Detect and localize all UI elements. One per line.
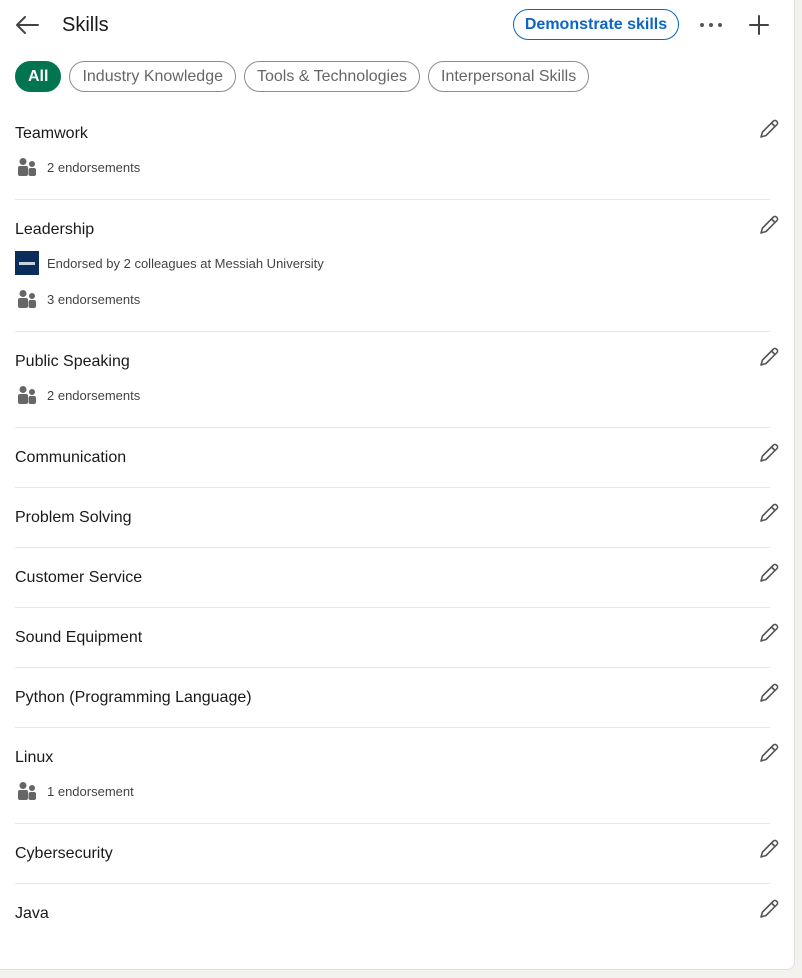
pencil-icon bbox=[760, 563, 779, 582]
filter-chips: All Industry Knowledge Tools & Technolog… bbox=[15, 61, 590, 92]
edit-skill-button[interactable] bbox=[756, 680, 782, 706]
pencil-icon bbox=[760, 503, 779, 522]
skill-item: Java bbox=[15, 884, 779, 944]
endorsement-count: 2 endorsements bbox=[47, 159, 141, 175]
edit-skill-button[interactable] bbox=[756, 212, 782, 238]
skill-name[interactable]: Python (Programming Language) bbox=[15, 683, 770, 713]
edit-skill-button[interactable] bbox=[756, 116, 782, 142]
skill-item: Python (Programming Language) bbox=[15, 668, 779, 728]
endorsement-count-row[interactable]: 2 endorsements bbox=[15, 377, 770, 413]
edit-skill-button[interactable] bbox=[756, 740, 782, 766]
people-icon bbox=[15, 383, 39, 407]
skill-item: Cybersecurity bbox=[15, 824, 779, 884]
endorsement-count: 1 endorsement bbox=[47, 783, 134, 799]
edit-skill-button[interactable] bbox=[756, 344, 782, 370]
skill-name[interactable]: Leadership bbox=[15, 215, 770, 245]
endorsed-by-text: Endorsed by 2 colleagues at Messiah Univ… bbox=[47, 255, 324, 271]
endorsement-count-row[interactable]: 1 endorsement bbox=[15, 773, 770, 809]
filter-industry-knowledge[interactable]: Industry Knowledge bbox=[69, 61, 236, 92]
skill-item: Sound Equipment bbox=[15, 608, 779, 668]
edit-skill-button[interactable] bbox=[756, 560, 782, 586]
plus-icon bbox=[749, 15, 769, 35]
skill-name[interactable]: Sound Equipment bbox=[15, 623, 770, 653]
skill-item: Problem Solving bbox=[15, 488, 779, 548]
skills-list: Teamwork 2 endorsements Leadership Endorsed… bbox=[0, 104, 795, 944]
skill-name[interactable]: Teamwork bbox=[15, 119, 770, 149]
ellipsis-icon bbox=[700, 23, 722, 27]
messiah-university-logo bbox=[15, 251, 39, 275]
back-button[interactable] bbox=[12, 10, 42, 40]
more-options-button[interactable] bbox=[694, 10, 728, 40]
skill-item: Public Speaking 2 endorsements bbox=[15, 332, 779, 428]
university-logo bbox=[15, 251, 39, 275]
skill-item: Teamwork 2 endorsements bbox=[15, 104, 779, 200]
skill-item: Customer Service bbox=[15, 548, 779, 608]
pencil-icon bbox=[760, 683, 779, 702]
skill-name[interactable]: Problem Solving bbox=[15, 503, 770, 533]
filter-tools-technologies[interactable]: Tools & Technologies bbox=[243, 61, 421, 92]
endorsement-count-row[interactable]: 3 endorsements bbox=[15, 281, 770, 317]
skill-name[interactable]: Public Speaking bbox=[15, 347, 770, 377]
pencil-icon bbox=[760, 899, 779, 918]
arrow-left-icon bbox=[16, 16, 39, 34]
skill-name[interactable]: Cybersecurity bbox=[15, 839, 770, 869]
pencil-icon bbox=[760, 443, 779, 462]
people-icon bbox=[15, 779, 39, 803]
endorsement-count: 3 endorsements bbox=[47, 291, 141, 307]
skill-name[interactable]: Linux bbox=[15, 743, 770, 773]
header: Skills Demonstrate skills bbox=[0, 0, 795, 50]
skill-name[interactable]: Communication bbox=[15, 443, 770, 473]
pencil-icon bbox=[760, 347, 779, 366]
endorsement-count: 2 endorsements bbox=[47, 387, 141, 403]
skill-name[interactable]: Java bbox=[15, 899, 770, 929]
skills-card: Skills Demonstrate skills All Industry K… bbox=[0, 0, 795, 970]
skill-item: Communication bbox=[15, 428, 779, 488]
pencil-icon bbox=[760, 743, 779, 762]
page-title: Skills bbox=[62, 14, 109, 36]
filter-interpersonal-skills[interactable]: Interpersonal Skills bbox=[428, 61, 590, 92]
add-skill-button[interactable] bbox=[744, 10, 774, 40]
demonstrate-skills-button[interactable]: Demonstrate skills bbox=[513, 9, 679, 40]
skill-item: Linux 1 endorsement bbox=[15, 728, 779, 824]
edit-skill-button[interactable] bbox=[756, 836, 782, 862]
pencil-icon bbox=[760, 119, 779, 138]
endorsed-by-row[interactable]: Endorsed by 2 colleagues at Messiah Univ… bbox=[15, 245, 770, 281]
edit-skill-button[interactable] bbox=[756, 500, 782, 526]
edit-skill-button[interactable] bbox=[756, 896, 782, 922]
people-icon bbox=[15, 287, 39, 311]
edit-skill-button[interactable] bbox=[756, 620, 782, 646]
skill-item: Leadership Endorsed by 2 colleagues at Me… bbox=[15, 200, 779, 332]
skill-name[interactable]: Customer Service bbox=[15, 563, 770, 593]
pencil-icon bbox=[760, 215, 779, 234]
pencil-icon bbox=[760, 623, 779, 642]
pencil-icon bbox=[760, 839, 779, 858]
endorsement-count-row[interactable]: 2 endorsements bbox=[15, 149, 770, 185]
edit-skill-button[interactable] bbox=[756, 440, 782, 466]
filter-all[interactable]: All bbox=[15, 61, 62, 92]
people-icon bbox=[15, 155, 39, 179]
